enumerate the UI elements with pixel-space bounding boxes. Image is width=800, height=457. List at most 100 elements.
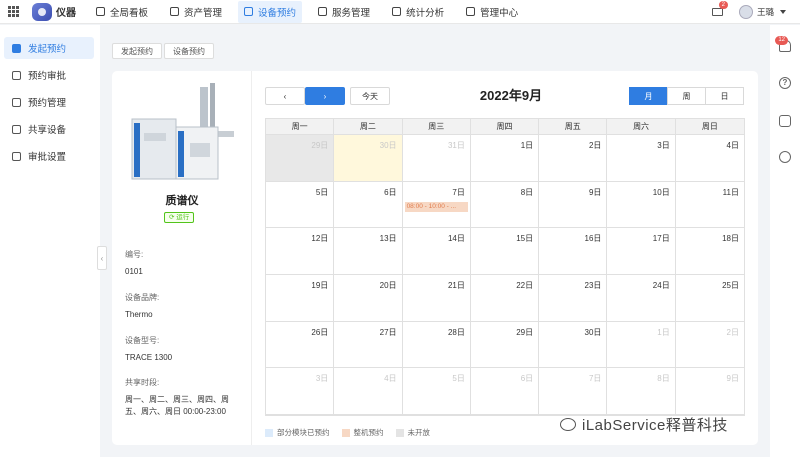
calendar-day[interactable]: 10日 — [607, 181, 676, 229]
day-number: 24日 — [652, 281, 670, 291]
calendar-day[interactable]: 5日 — [402, 368, 471, 416]
settings-icon[interactable] — [779, 115, 791, 127]
calendar-day[interactable]: 1日 — [470, 135, 540, 182]
calendar-day[interactable]: 5日 — [266, 181, 335, 229]
right-rail: 12 ? — [770, 25, 800, 457]
day-number: 27日 — [379, 327, 397, 337]
breadcrumb-item[interactable]: 发起预约 — [112, 43, 162, 59]
nav-item-dashboard[interactable]: 全局看板 — [90, 1, 154, 23]
calendar-day[interactable]: 14日 — [402, 228, 471, 276]
user-settings-icon — [12, 151, 21, 161]
day-number: 31日 — [447, 141, 465, 150]
day-number: 23日 — [584, 281, 602, 291]
calendar-day[interactable]: 7日 08:00 - 10:00 - ... — [402, 181, 471, 229]
sidebar-collapse-handle[interactable]: ‹ — [97, 246, 107, 270]
nav-item-service[interactable]: 服务管理 — [312, 1, 376, 23]
support-icon[interactable] — [779, 151, 791, 163]
calendar-day[interactable]: 4日 — [675, 135, 744, 182]
mail-icon[interactable]: 2 — [711, 1, 728, 16]
view-week-button[interactable]: 周 — [667, 87, 706, 105]
app-grid-icon[interactable] — [8, 5, 20, 18]
calendar-day[interactable]: 3日 — [266, 368, 335, 416]
calendar-day[interactable]: 29日 — [470, 321, 540, 369]
calendar-day[interactable]: 7日 — [539, 368, 608, 416]
chart-icon — [392, 7, 402, 16]
calendar-day[interactable]: 30日 — [334, 135, 403, 182]
day-number: 5日 — [452, 374, 465, 384]
day-number: 7日 — [452, 187, 465, 197]
nav-item-stats[interactable]: 统计分析 — [386, 1, 450, 23]
avatar[interactable] — [738, 5, 753, 19]
day-number: 2日 — [726, 327, 739, 337]
day-number: 25日 — [722, 281, 739, 291]
watermark: iLabService释普科技 — [560, 414, 728, 435]
main-nav: 全局看板 资产管理 设备预约 服务管理 统计分析 管理中心 — [90, 0, 534, 24]
nav-item-assets[interactable]: 资产管理 — [164, 1, 228, 23]
calendar-day[interactable]: 12日 — [266, 228, 335, 276]
calendar-day[interactable]: 17日 — [607, 228, 676, 276]
device-image — [131, 83, 234, 180]
help-icon[interactable]: ? — [779, 77, 791, 89]
calendar-day[interactable]: 6日 — [470, 368, 540, 416]
calendar-day[interactable]: 8日 — [470, 181, 540, 229]
sidebar-item-manage[interactable]: 预约管理 — [4, 91, 94, 113]
calendar-day[interactable]: 23日 — [539, 275, 608, 322]
sidebar-item-settings[interactable]: 审批设置 — [4, 145, 94, 167]
today-button[interactable]: 今天 — [350, 87, 390, 105]
calendar-day[interactable]: 19日 — [266, 275, 335, 322]
sidebar-item-shared[interactable]: 共享设备 — [4, 118, 94, 140]
calendar-day[interactable]: 24日 — [607, 275, 676, 322]
calendar-day[interactable]: 18日 — [675, 228, 744, 276]
manage-icon — [12, 97, 21, 107]
weekday-label: 周三 — [403, 119, 471, 135]
day-number: 8日 — [657, 374, 670, 384]
day-number: 5日 — [315, 187, 329, 197]
calendar-day[interactable]: 15日 — [470, 228, 540, 276]
calendar-day[interactable]: 29日 — [266, 135, 335, 182]
prev-month-button[interactable]: ‹ — [265, 87, 305, 105]
next-month-button[interactable]: › — [305, 87, 345, 105]
weekday-header: 周一 周二 周三 周四 周五 周六 周日 — [266, 119, 744, 135]
calendar-day[interactable]: 25日 — [675, 275, 744, 322]
calendar-day[interactable]: 31日 — [402, 135, 471, 182]
day-number: 4日 — [384, 374, 397, 384]
calendar-day[interactable]: 2日 — [675, 322, 744, 369]
calendar-day[interactable]: 21日 — [402, 275, 471, 322]
calendar-day[interactable]: 16日 — [539, 228, 608, 276]
calendar-day[interactable]: 8日 — [607, 368, 676, 416]
calendar-day[interactable]: 26日 — [266, 321, 335, 369]
calendar-day[interactable]: 20日 — [334, 275, 403, 322]
calendar-day[interactable]: 6日 — [334, 181, 403, 229]
nav-item-admin[interactable]: 管理中心 — [460, 1, 524, 23]
day-number: 3日 — [315, 374, 329, 384]
device-name: 质谱仪 — [165, 195, 199, 207]
calendar-day[interactable]: 28日 — [402, 321, 471, 369]
booking-event[interactable]: 08:00 - 10:00 - ... — [404, 201, 468, 212]
calendar-day[interactable]: 27日 — [334, 321, 403, 369]
calendar-day[interactable]: 2日 — [539, 135, 608, 182]
view-day-button[interactable]: 日 — [705, 87, 744, 105]
user-name[interactable]: 王璐 — [757, 6, 774, 18]
calendar-day[interactable]: 30日 — [539, 321, 608, 369]
day-number: 21日 — [447, 281, 465, 291]
calendar-day[interactable]: 9日 — [539, 181, 608, 229]
calendar-day[interactable]: 4日 — [334, 368, 403, 416]
calendar-day[interactable]: 9日 — [675, 368, 744, 416]
watermark-text: iLabService释普科技 — [582, 417, 728, 434]
calendar-day[interactable]: 1日 — [607, 321, 676, 369]
calendar-day[interactable]: 22日 — [470, 275, 540, 322]
sidebar-item-new-booking[interactable]: 发起预约 — [4, 37, 94, 59]
view-month-button[interactable]: 月 — [629, 87, 668, 105]
booking-card: 质谱仪 ⟳ 运行 编号: 0101 设备品牌: Thermo 设备型号: TRA… — [112, 71, 758, 445]
calendar-day[interactable]: 11日 — [675, 182, 744, 229]
day-number: 14日 — [447, 234, 465, 244]
chevron-down-icon[interactable] — [780, 10, 786, 14]
device-panel: 质谱仪 ⟳ 运行 编号: 0101 设备品牌: Thermo 设备型号: TRA… — [112, 71, 252, 445]
approval-icon — [12, 70, 21, 80]
sidebar-item-approval[interactable]: 预约审批 — [4, 64, 94, 86]
legend-item: 整机预约 — [341, 427, 384, 438]
calendar-day[interactable]: 13日 — [334, 228, 403, 276]
calendar-day[interactable]: 3日 — [607, 135, 676, 182]
nav-item-booking[interactable]: 设备预约 — [238, 0, 303, 23]
legend-swatch — [341, 428, 350, 437]
